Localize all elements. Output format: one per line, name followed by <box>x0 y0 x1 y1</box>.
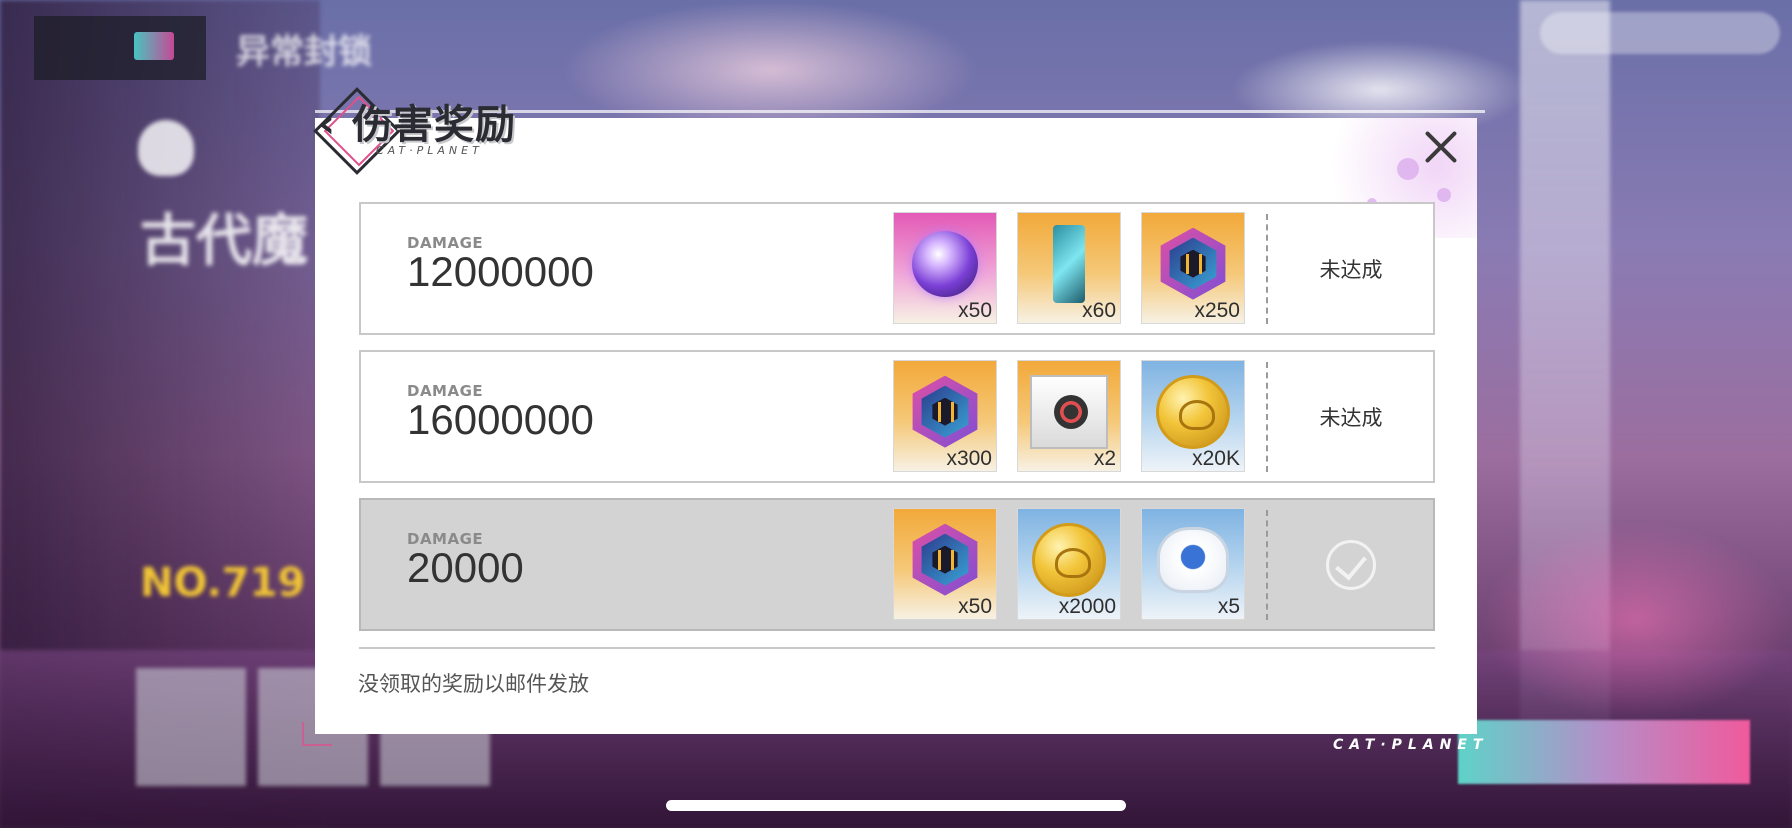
hud-stage-title: 异常封锁 <box>236 32 372 72</box>
home-indicator[interactable] <box>666 800 1126 811</box>
chevron-left-icon: ‹ <box>318 98 336 147</box>
currency-bar <box>1540 12 1780 54</box>
reward-item[interactable]: x5 <box>1141 508 1245 620</box>
item-quantity: x2 <box>1093 447 1116 470</box>
hex-badge-icon <box>909 375 981 448</box>
reward-item[interactable]: x50 <box>893 508 997 620</box>
damage-threshold: 20000 <box>407 544 524 591</box>
reward-status: 未达成 <box>1319 405 1383 430</box>
purple-orb-icon <box>912 230 978 297</box>
dialog-title: 伤害奖励 <box>352 102 516 148</box>
hud-boss-name: 古代魔 <box>140 209 308 274</box>
item-quantity: x50 <box>958 595 992 618</box>
item-quantity: x2000 <box>1058 595 1116 618</box>
mail-delivery-note: 没领取的奖励以邮件发放 <box>358 672 589 696</box>
reward-item[interactable]: x300 <box>893 360 997 472</box>
footer-divider <box>359 647 1435 649</box>
reward-item[interactable]: x2000 <box>1017 508 1121 620</box>
item-quantity: x50 <box>958 299 992 322</box>
reward-row-claimed: DAMAGE 20000 x50 x2000 x5 <box>359 498 1435 631</box>
damage-threshold: 16000000 <box>407 396 594 443</box>
back-button[interactable] <box>34 16 206 80</box>
close-icon[interactable] <box>1418 124 1464 170</box>
reward-item[interactable]: x2 <box>1017 360 1121 472</box>
reward-item[interactable]: x250 <box>1141 212 1245 324</box>
gift-box-icon <box>1030 374 1108 449</box>
cat-emblem-icon <box>138 120 194 176</box>
hex-badge-icon <box>909 523 981 596</box>
item-quantity: x300 <box>946 447 992 470</box>
hud-rank: NO.719 <box>140 560 306 606</box>
row-divider <box>1266 510 1268 620</box>
dialog-title-block: ‹ 伤害奖励 CAT·PLANET <box>313 76 560 176</box>
item-quantity: x20K <box>1192 447 1240 470</box>
damage-threshold: 12000000 <box>407 248 594 295</box>
corner-decoration <box>302 722 332 746</box>
item-quantity: x250 <box>1194 299 1240 322</box>
gold-coin-icon <box>1032 522 1106 597</box>
dialog-subtitle: CAT·PLANET <box>376 144 483 157</box>
challenge-button[interactable] <box>1458 720 1750 784</box>
gold-coin-icon <box>1156 374 1230 449</box>
reward-item[interactable]: x50 <box>893 212 997 324</box>
checkmark-icon <box>1326 540 1376 590</box>
reward-row: DAMAGE 16000000 x300 x2 x20K 未达成 <box>359 350 1435 483</box>
hex-badge-icon <box>1157 227 1229 300</box>
game-logo-icon <box>134 32 174 60</box>
reward-status: 未达成 <box>1319 257 1383 282</box>
reward-item[interactable]: x60 <box>1017 212 1121 324</box>
item-quantity: x60 <box>1082 299 1116 322</box>
reward-item[interactable]: x20K <box>1141 360 1245 472</box>
item-quantity: x5 <box>1217 595 1240 618</box>
reward-row: DAMAGE 12000000 x50 x60 x250 未达成 <box>359 202 1435 335</box>
crystal-shard-icon <box>1053 224 1085 303</box>
brand-watermark: CAT·PLANET <box>1333 737 1489 753</box>
cat-helmet-icon <box>1157 526 1229 593</box>
